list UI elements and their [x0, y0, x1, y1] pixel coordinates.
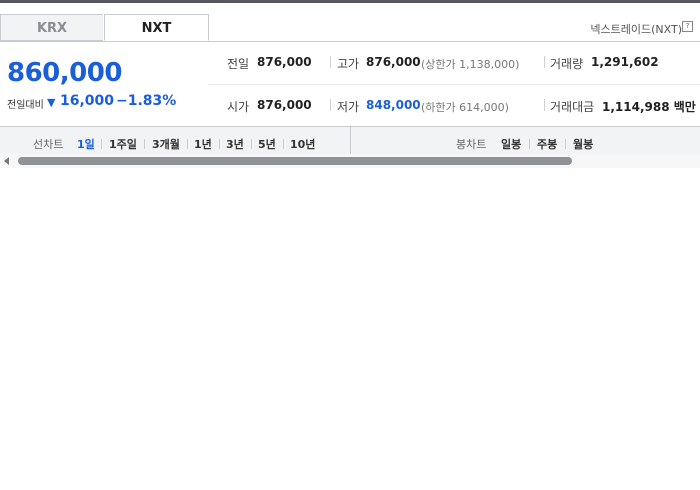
toolbar-separator — [219, 139, 220, 149]
top-border-line — [0, 0, 700, 3]
period-5y[interactable]: 5년 — [258, 136, 276, 152]
period-1d[interactable]: 1일 — [77, 136, 95, 152]
tab-nxt[interactable]: NXT — [104, 14, 209, 41]
line-chart-label: 선차트 — [33, 138, 64, 151]
toolbar-separator — [187, 139, 188, 149]
open-value: 876,000 — [257, 98, 312, 112]
toolbar-separator — [101, 139, 102, 149]
chart-toolbar: 선차트 1일 1주일 3개월 1년 3년 5년 10년 봉차트 일봉 주봉 월봉 — [0, 126, 700, 155]
change-label: 전일대비 — [7, 100, 44, 111]
low-value: 848,000 — [366, 98, 421, 112]
down-arrow-icon: ▼ — [47, 96, 56, 109]
candle-monthly[interactable]: 월봉 — [573, 136, 593, 152]
period-3m[interactable]: 3개월 — [152, 136, 180, 152]
volume-label: 거래량 — [550, 57, 584, 71]
period-3y[interactable]: 3년 — [226, 136, 244, 152]
high-label: 고가 — [337, 57, 360, 71]
trade-value-label: 거래대금 — [550, 100, 595, 114]
period-1w[interactable]: 1주일 — [109, 136, 137, 152]
toolbar-divider — [350, 127, 351, 155]
tab-krx[interactable]: KRX — [0, 14, 103, 41]
high-value: 876,000 — [366, 55, 421, 69]
toolbar-separator — [283, 139, 284, 149]
period-10y[interactable]: 10년 — [290, 136, 315, 152]
scrollbar-thumb[interactable] — [18, 157, 572, 165]
volume-value: 1,291,602 — [591, 55, 659, 69]
toolbar-separator — [565, 139, 566, 149]
scroll-left-arrow-icon[interactable] — [4, 157, 9, 165]
stat-separator — [330, 56, 331, 68]
trade-value-value: 1,114,988 백만 — [602, 100, 696, 114]
open-label: 시가 — [227, 100, 250, 114]
candle-daily[interactable]: 일봉 — [501, 136, 521, 152]
candle-weekly[interactable]: 주봉 — [537, 136, 557, 152]
price-block: 860,000 전일대비 ▼ 16,000 −1.83% — [0, 42, 208, 126]
stat-separator — [544, 99, 545, 111]
stat-separator — [544, 56, 545, 68]
upper-limit: (상한가 1,138,000) — [421, 58, 520, 71]
stats-panel: 전일 876,000 고가 876,000 (상한가 1,138,000) 거래… — [208, 42, 700, 126]
stat-separator — [330, 99, 331, 111]
help-icon[interactable]: ? — [682, 21, 693, 32]
current-price: 860,000 — [7, 58, 122, 88]
change-percent: −1.83% — [116, 93, 177, 109]
market-info-label: 넥스트레이드(NXT) — [590, 23, 682, 36]
stats-row-divider — [208, 84, 700, 85]
prev-close-label: 전일 — [227, 57, 250, 71]
period-1y[interactable]: 1년 — [194, 136, 212, 152]
horizontal-scrollbar[interactable] — [0, 154, 700, 168]
prev-close-value: 876,000 — [257, 55, 312, 69]
low-label: 저가 — [337, 100, 360, 114]
toolbar-separator — [144, 139, 145, 149]
toolbar-separator — [251, 139, 252, 149]
change-value: 16,000 — [60, 93, 115, 109]
candle-chart-label: 봉차트 — [456, 138, 487, 151]
toolbar-separator — [529, 139, 530, 149]
lower-limit: (하한가 614,000) — [421, 101, 509, 114]
